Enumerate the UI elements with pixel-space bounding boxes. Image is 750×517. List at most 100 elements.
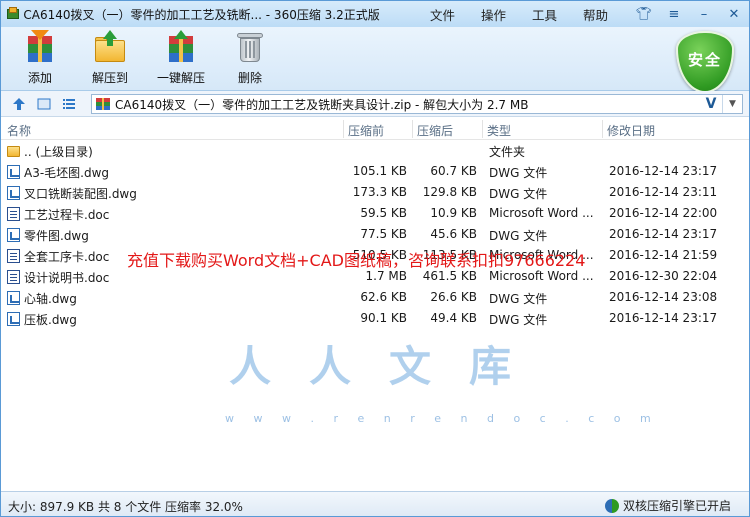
- add-button[interactable]: 添加: [17, 30, 63, 88]
- modified-date: 2016-12-14 23:17: [609, 227, 718, 241]
- modified-date: 2016-12-14 23:17: [609, 311, 718, 325]
- modified-date: 2016-12-14 23:08: [609, 290, 718, 304]
- file-type: DWG 文件: [489, 313, 548, 327]
- app-window: CA6140拨叉（一）零件的加工工艺及铣断... - 360压缩 3.2正式版 …: [0, 0, 750, 517]
- app-logo-icon: [6, 7, 19, 21]
- delete-button[interactable]: 删除: [227, 30, 273, 88]
- delete-label: 删除: [237, 71, 262, 85]
- one-click-extract-icon: [164, 30, 198, 64]
- modified-date: 2016-12-14 23:11: [609, 185, 718, 199]
- word-doc-icon: [7, 249, 20, 263]
- column-modified[interactable]: 修改日期: [607, 122, 655, 139]
- file-name: 叉口铣断装配图.dwg: [24, 187, 137, 201]
- renrendoc-watermark-logo: 人人文库: [229, 342, 550, 391]
- skin-shirt-icon[interactable]: 👕︎: [629, 3, 659, 25]
- size-after: 49.4 KB: [430, 311, 477, 325]
- file-name: 全套工序卡.doc: [24, 250, 110, 264]
- file-type: Microsoft Word ...: [489, 269, 594, 283]
- word-doc-icon: [7, 270, 20, 284]
- file-type: 文件夹: [489, 145, 526, 159]
- size-before: 77.5 KB: [360, 227, 407, 241]
- table-row[interactable]: 设计说明书.doc 1.7 MB 461.5 KB Microsoft Word ..…: [1, 266, 749, 287]
- address-bar: CA6140拨叉（一）零件的加工工艺及铣断夹具设计.zip - 解包大小为 2.…: [1, 91, 749, 117]
- window-controls: 👕︎ ≡ – ✕: [629, 3, 749, 25]
- menu-tools[interactable]: 工具: [519, 5, 570, 24]
- list-view-icon[interactable]: [60, 95, 78, 113]
- security-shield-badge[interactable]: 安全: [676, 31, 734, 93]
- file-name: 设计说明书.doc: [24, 271, 110, 285]
- renrendoc-watermark-url: w w w . r e n r e n d o c . c o m: [225, 412, 659, 425]
- menu-help[interactable]: 帮助: [570, 5, 621, 24]
- close-icon[interactable]: ✕: [719, 3, 749, 25]
- file-name: .. (上级目录): [24, 145, 93, 159]
- file-type: DWG 文件: [489, 229, 548, 243]
- extract-to-button[interactable]: 解压到: [87, 30, 133, 88]
- size-before: 1.7 MB: [365, 269, 407, 283]
- table-row[interactable]: A3-毛坯图.dwg 105.1 KB 60.7 KB DWG 文件 2016-12-1…: [1, 161, 749, 182]
- column-divider[interactable]: [602, 120, 603, 138]
- modified-date: 2016-12-14 21:59: [609, 248, 718, 262]
- size-after: 10.9 KB: [430, 206, 477, 220]
- file-type: DWG 文件: [489, 166, 548, 180]
- table-row[interactable]: 心轴.dwg 62.6 KB 26.6 KB DWG 文件 2016-12-14 23:…: [1, 287, 749, 308]
- one-click-extract-button[interactable]: 一键解压: [153, 30, 209, 88]
- menu-bar: 文件 操作 工具 帮助: [417, 5, 621, 24]
- modified-date: 2016-12-14 23:17: [609, 164, 718, 178]
- column-name[interactable]: 名称: [7, 122, 31, 139]
- size-after: 129.8 KB: [422, 185, 477, 199]
- table-row[interactable]: .. (上级目录) 文件夹: [1, 140, 749, 161]
- up-arrow-icon[interactable]: [10, 95, 28, 113]
- file-name: A3-毛坯图.dwg: [24, 166, 110, 180]
- file-name: 压板.dwg: [24, 313, 77, 327]
- modified-date: 2016-12-30 22:04: [609, 269, 718, 283]
- file-type: DWG 文件: [489, 187, 548, 201]
- size-before: 105.1 KB: [352, 164, 407, 178]
- verify-icon[interactable]: V: [700, 96, 722, 112]
- table-row[interactable]: 工艺过程卡.doc 59.5 KB 10.9 KB Microsoft Word ..…: [1, 203, 749, 224]
- column-type[interactable]: 类型: [487, 122, 511, 139]
- column-divider[interactable]: [343, 120, 344, 138]
- engine-status[interactable]: 双核压缩引擎已开启: [604, 497, 731, 514]
- dual-core-engine-icon: [604, 498, 619, 513]
- word-doc-icon: [7, 207, 20, 221]
- dwg-file-icon: [7, 228, 20, 242]
- minimize-icon[interactable]: –: [689, 3, 719, 25]
- size-after: 113.5 KB: [422, 248, 477, 262]
- engine-status-label: 双核压缩引擎已开启: [622, 499, 731, 513]
- table-row[interactable]: 压板.dwg 90.1 KB 49.4 KB DWG 文件 2016-12-14 23:…: [1, 308, 749, 329]
- extract-to-icon: [93, 30, 127, 64]
- size-before: 90.1 KB: [360, 311, 407, 325]
- file-type: Microsoft Word ...: [489, 248, 594, 262]
- file-type: DWG 文件: [489, 292, 548, 306]
- archive-path-text: CA6140拨叉（一）零件的加工工艺及铣断夹具设计.zip - 解包大小为 2.…: [115, 97, 529, 112]
- column-size-before[interactable]: 压缩前: [348, 122, 384, 139]
- menu-file[interactable]: 文件: [417, 5, 468, 24]
- menu-operation[interactable]: 操作: [468, 5, 519, 24]
- add-button-label: 添加: [27, 71, 52, 85]
- size-before: 59.5 KB: [360, 206, 407, 220]
- status-bar: 大小: 897.9 KB 共 8 个文件 压缩率 32.0% 双核压缩引擎已开启: [1, 491, 749, 516]
- settings-menu-icon[interactable]: ≡: [659, 3, 689, 25]
- table-row[interactable]: 全套工序卡.doc 510.5 KB 113.5 KB Microsoft Word …: [1, 245, 749, 266]
- trash-icon: [233, 30, 267, 64]
- size-before: 510.5 KB: [352, 248, 407, 262]
- table-row[interactable]: 零件图.dwg 77.5 KB 45.6 KB DWG 文件 2016-12-14 23…: [1, 224, 749, 245]
- file-type: Microsoft Word ...: [489, 206, 594, 220]
- add-archive-icon: [23, 30, 57, 64]
- table-row[interactable]: 叉口铣断装配图.dwg 173.3 KB 129.8 KB DWG 文件 2016-12…: [1, 182, 749, 203]
- column-divider[interactable]: [482, 120, 483, 138]
- window-title: CA6140拨叉（一）零件的加工工艺及铣断... - 360压缩 3.2正式版: [23, 7, 380, 22]
- extract-to-label: 解压到: [91, 71, 128, 85]
- dwg-file-icon: [7, 186, 20, 200]
- column-size-after[interactable]: 压缩后: [417, 122, 453, 139]
- chevron-down-icon[interactable]: ▼: [722, 95, 742, 113]
- size-after: 60.7 KB: [430, 164, 477, 178]
- dwg-file-icon: [7, 165, 20, 179]
- thumbnail-view-icon[interactable]: [35, 95, 53, 113]
- path-field[interactable]: CA6140拨叉（一）零件的加工工艺及铣断夹具设计.zip - 解包大小为 2.…: [91, 94, 743, 114]
- size-before: 62.6 KB: [360, 290, 407, 304]
- size-after: 461.5 KB: [422, 269, 477, 283]
- column-divider[interactable]: [412, 120, 413, 138]
- size-before: 173.3 KB: [352, 185, 407, 199]
- archive-summary: 大小: 897.9 KB 共 8 个文件 压缩率 32.0%: [8, 500, 243, 514]
